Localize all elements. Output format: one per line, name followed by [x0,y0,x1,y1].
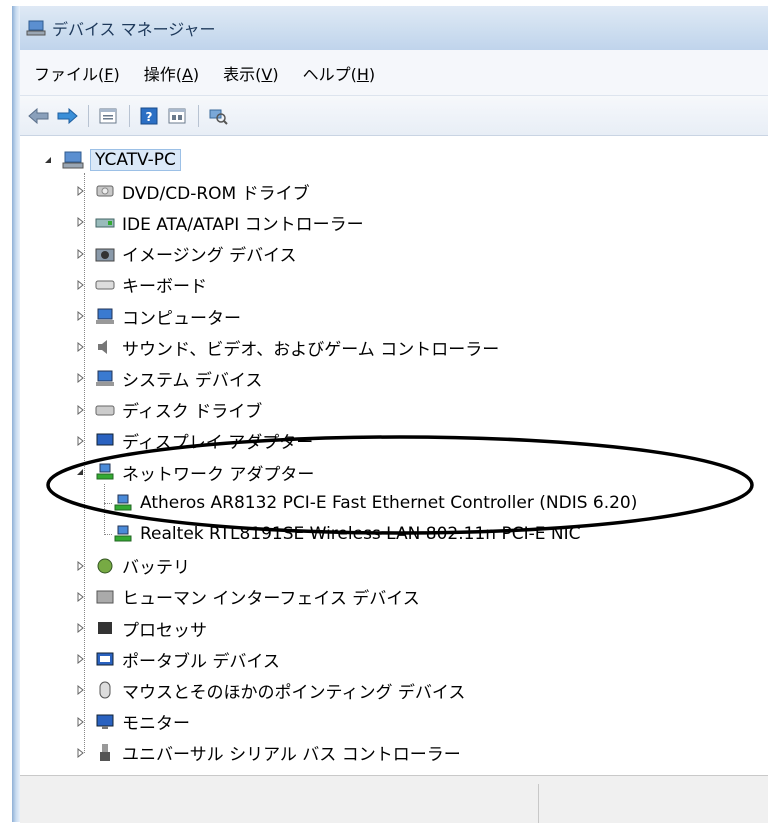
computer-icon [94,305,116,327]
tree-item[interactable]: モニター [74,707,190,737]
processor-icon [94,617,116,639]
expand-arrow-icon[interactable] [74,684,86,696]
hid-icon [94,586,116,608]
expand-arrow-icon[interactable] [74,185,86,197]
menu-file[interactable]: ファイル(F) [34,61,120,85]
menu-view[interactable]: 表示(V) [223,61,278,85]
expand-arrow-icon[interactable] [74,279,86,291]
tree-item-label: モニター [122,714,190,735]
tree-item-label: イメージング デバイス [122,246,297,267]
tree-item-label: ヒューマン インターフェイス デバイス [122,589,420,610]
tree-item[interactable]: ディスク ドライブ [74,395,262,425]
tree-item[interactable]: プロセッサ [74,613,207,643]
tree-item[interactable]: システム デバイス [74,363,262,393]
usb-icon [94,742,116,764]
tree-item-label: ユニバーサル シリアル バス コントローラー [122,745,461,766]
tree-item-label: ポータブル デバイス [122,651,280,672]
forward-arrow-icon[interactable] [54,103,80,129]
tree-item[interactable]: ヒューマン インターフェイス デバイス [74,582,420,612]
back-arrow-icon[interactable] [26,103,52,129]
tree-item[interactable]: サウンド、ビデオ、およびゲーム コントローラー [74,332,499,362]
system-device-icon [94,367,116,389]
computer-icon [62,149,84,171]
title-bar[interactable]: デバイス マネージャー [20,6,768,50]
properties-icon[interactable] [95,103,121,129]
tree-item[interactable]: IDE ATA/ATAPI コントローラー [74,207,364,237]
toolbar-separator [129,104,130,127]
tree-item-label: マウスとそのほかのポインティング デバイス [122,682,466,703]
tree-item-label: DVD/CD-ROM ドライブ [122,183,310,204]
svg-text:?: ? [146,110,153,124]
expand-arrow-icon[interactable] [74,560,86,572]
expand-arrow-icon[interactable] [74,747,86,759]
tree-item-label: ディスク ドライブ [122,402,263,423]
view-icon[interactable] [164,103,190,129]
expand-arrow-icon[interactable] [74,404,86,416]
help-icon[interactable]: ? [136,103,162,129]
toolbar-separator [88,104,89,127]
menu-action[interactable]: 操作(A) [144,61,199,85]
expand-arrow-icon[interactable] [74,310,86,322]
status-bar [20,775,768,823]
tree-item-label: IDE ATA/ATAPI コントローラー [122,214,364,235]
status-separator [538,784,539,823]
tree-item-label: プロセッサ [122,620,207,641]
monitor-icon [94,711,116,733]
expand-arrow-icon[interactable] [74,216,86,228]
expand-arrow-icon[interactable] [74,653,86,665]
expand-arrow-icon[interactable] [74,622,86,634]
toolbar-separator [198,104,199,127]
expand-arrow-icon[interactable] [74,591,86,603]
tree-item-label: サウンド、ビデオ、およびゲーム コントローラー [122,339,500,360]
sound-icon [94,336,116,358]
expand-arrow-icon[interactable] [74,341,86,353]
collapse-arrow-icon[interactable] [42,154,54,166]
tree-root-label: YCATV-PC [90,149,181,171]
tree-item-label: バッテリ [122,558,190,579]
window-frame [12,6,20,822]
tree-item[interactable]: キーボード [74,270,207,300]
tree-item-label: システム デバイス [122,370,263,391]
dvd-drive-icon [94,180,116,202]
device-manager-icon [26,20,46,36]
expand-arrow-icon[interactable] [74,372,86,384]
tree-item[interactable]: コンピューター [74,301,241,331]
annotation-ellipse [46,435,754,535]
tree-item-label: コンピューター [122,308,241,329]
expand-arrow-icon[interactable] [74,716,86,728]
mouse-icon [94,679,116,701]
menu-bar: ファイル(F) 操作(A) 表示(V) ヘルプ(H) [20,50,768,96]
scan-hardware-icon[interactable] [205,103,231,129]
tree-root[interactable]: YCATV-PC [42,145,181,175]
tree-item[interactable]: DVD/CD-ROM ドライブ [74,176,310,206]
toolbar: ? [20,96,768,136]
ide-controller-icon [94,211,116,233]
battery-icon [94,555,116,577]
tree-item[interactable]: ユニバーサル シリアル バス コントローラー [74,738,461,768]
tree-item[interactable]: マウスとそのほかのポインティング デバイス [74,675,465,705]
tree-item[interactable]: ポータブル デバイス [74,644,280,674]
disk-drive-icon [94,399,116,421]
window-title: デバイス マネージャー [52,20,216,39]
menu-help[interactable]: ヘルプ(H) [303,61,376,85]
tree-item[interactable]: イメージング デバイス [74,239,297,269]
tree-item[interactable]: バッテリ [74,551,190,581]
portable-device-icon [94,648,116,670]
expand-arrow-icon[interactable] [74,248,86,260]
keyboard-icon [94,274,116,296]
imaging-device-icon [94,243,116,265]
tree-item-label: キーボード [122,277,207,298]
